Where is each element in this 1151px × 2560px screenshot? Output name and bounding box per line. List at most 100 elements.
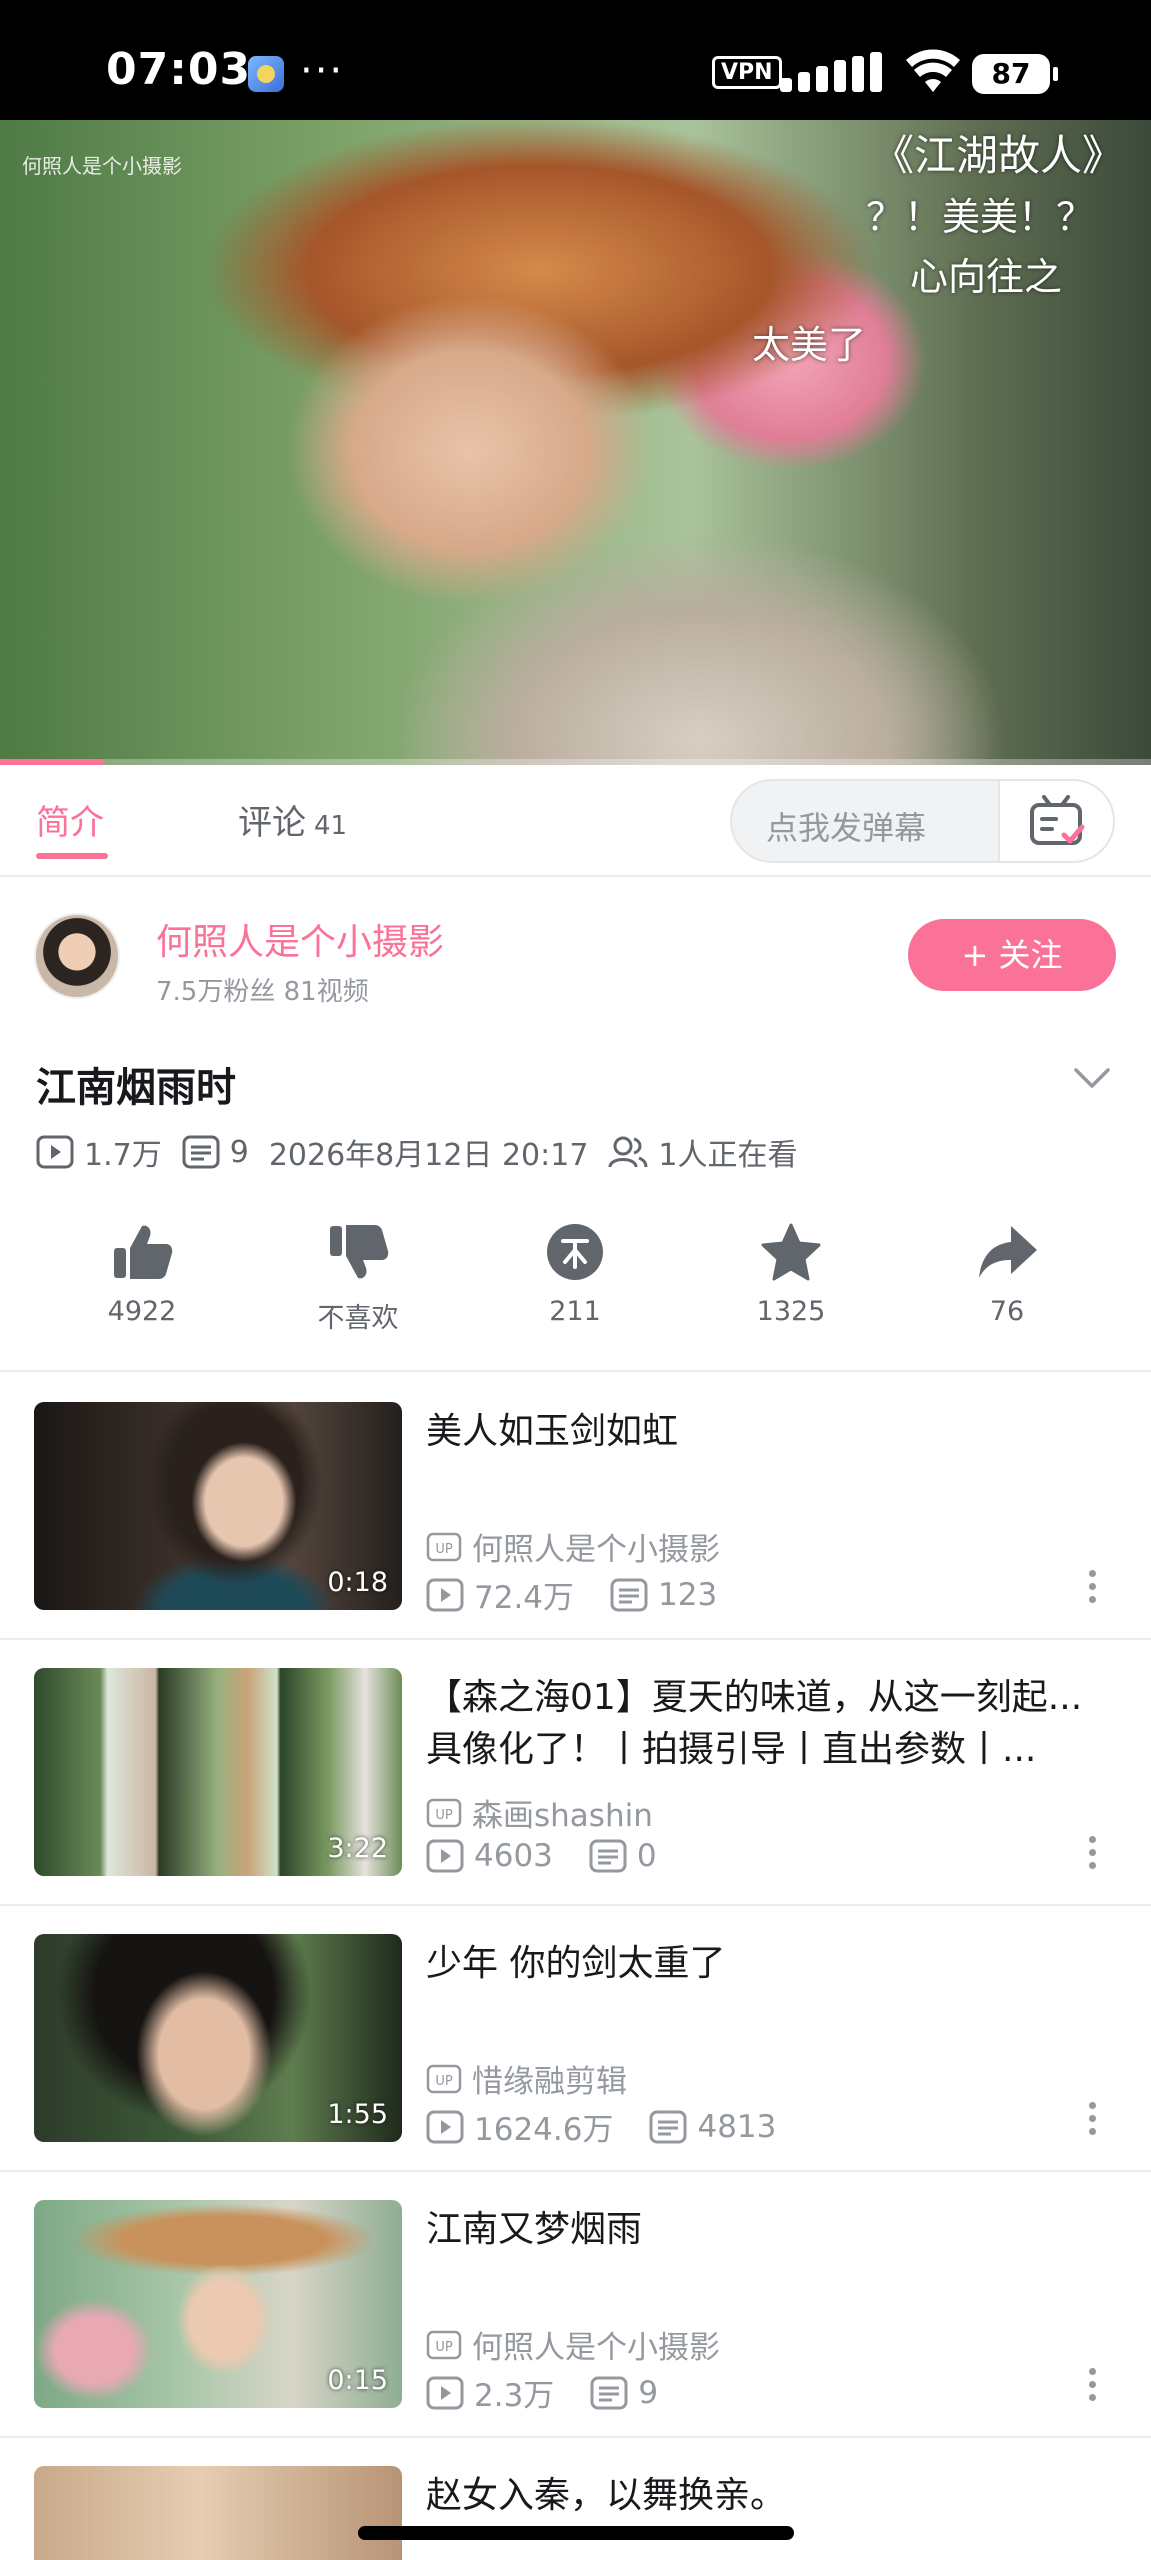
video-duration: 1:55 [327,2099,388,2130]
list-item-danmaku: 9 [638,2374,659,2411]
video-thumbnail[interactable] [34,2466,402,2560]
list-item[interactable]: 0:18 美人如玉剑如虹 UP 何照人是个小摄影 72.4万 123 [0,1374,1151,1640]
list-item-title: 【森之海01】夏天的味道，从这一刻起...具像化了！丨拍摄引导丨直出参数丨... [426,1677,1083,1770]
status-time: 07:03 [106,44,252,95]
video-duration: 0:15 [327,2365,388,2396]
list-item-uploader[interactable]: 何照人是个小摄影 [472,2322,720,2367]
home-indicator[interactable] [358,2526,794,2540]
uploader-name[interactable]: 何照人是个小摄影 [156,913,444,965]
list-item-views: 1624.6万 [474,2112,614,2148]
list-item-views: 72.4万 [474,1580,575,1616]
list-item-views: 2.3万 [474,2378,555,2414]
list-item[interactable]: 3:22 【森之海01】夏天的味道，从这一刻起...具像化了！丨拍摄引导丨直出参… [0,1640,1151,1906]
danmaku-comment: 心向往之 [910,255,1063,299]
coin-button[interactable]: 211 [485,1222,665,1327]
play-count-icon [426,2110,464,2143]
play-count-icon [426,2376,464,2409]
dislike-label: 不喜欢 [317,1303,399,1334]
video-duration: 0:18 [327,1567,388,1598]
uploader-stats: 7.5万粉丝 81视频 [156,977,369,1007]
watching-count: 1人正在看 [658,1138,798,1173]
list-item-danmaku: 0 [636,1838,657,1874]
share-icon [979,1226,1037,1278]
dislike-button[interactable]: 不喜欢 [268,1222,448,1335]
list-item-danmaku: 123 [658,1576,718,1613]
danmaku-comment: 太美了 [752,323,867,367]
video-thumbnail[interactable]: 0:15 [34,2200,402,2408]
tab-active-indicator [36,853,108,859]
danmaku-settings-button[interactable] [998,781,1113,861]
action-row: 4922 不喜欢 211 1325 76 [0,1222,1151,1372]
coin-count: 211 [549,1296,601,1327]
more-options-icon[interactable] [1082,1836,1102,1876]
list-item-uploader[interactable]: 森画shashin [472,1790,653,1835]
video-duration: 3:22 [327,1833,388,1864]
up-badge-icon: UP [426,2064,462,2093]
more-dots: ··· [300,48,345,94]
video-player[interactable]: 何照人是个小摄影 《江湖故人》 ？！美美！？ 心向往之 太美了 [0,120,1151,765]
danmaku-input-placeholder: 点我发弹幕 [766,809,927,847]
signal-icon [780,52,890,92]
up-badge-icon: UP [426,1798,462,1827]
view-count: 1.7万 [84,1138,162,1173]
list-item-uploader[interactable]: 惜缘融剪辑 [472,2056,627,2101]
coin-icon [547,1224,603,1280]
play-count-icon [426,1578,464,1611]
list-item-title: 少年 你的剑太重了 [426,1943,726,1984]
video-thumbnail[interactable]: 1:55 [34,1934,402,2142]
watching-icon [608,1136,648,1168]
battery-icon: 87 [972,54,1058,94]
chevron-down-icon[interactable] [1070,1060,1114,1096]
more-options-icon[interactable] [1082,2102,1102,2142]
tab-comments-count: 41 [314,811,348,841]
play-count-icon [426,1839,464,1873]
publish-date: 2026年8月12日 20:17 [268,1138,589,1173]
danmaku-count-icon [590,2376,628,2409]
list-item-title: 美人如玉剑如虹 [426,1411,679,1452]
danmaku-comment: ？！美美！？ [866,195,1095,239]
tab-intro[interactable]: 简介 [36,795,104,844]
wifi-icon [906,49,960,92]
video-thumbnail[interactable]: 0:18 [34,1402,402,1610]
list-item-title: 赵女入秦，以舞换亲。 [426,2475,787,2516]
follow-button[interactable]: + 关注 [908,919,1116,991]
tab-comments[interactable]: 评论 41 [238,795,347,844]
list-item-title: 江南又梦烟雨 [426,2209,643,2250]
up-badge-icon: UP [426,1532,462,1561]
like-button[interactable]: 4922 [52,1222,232,1327]
more-options-icon[interactable] [1082,1570,1102,1610]
share-count: 76 [989,1296,1025,1327]
danmaku-count-icon [610,1578,648,1611]
svg-text:UP: UP [435,2074,453,2089]
list-item-views: 4603 [474,1838,553,1874]
svg-text:UP: UP [435,1542,453,1557]
uploader-row: 何照人是个小摄影 7.5万粉丝 81视频 + 关注 [0,877,1151,1027]
list-item[interactable]: 0:15 江南又梦烟雨 UP 何照人是个小摄影 2.3万 9 [0,2172,1151,2438]
status-bar: 07:03 ··· VPN 87 [0,0,1151,120]
danmaku-count: 9 [229,1134,249,1170]
like-count: 4922 [107,1296,177,1327]
play-count-icon [36,1135,74,1169]
list-item-danmaku: 4813 [697,2108,777,2145]
uploader-avatar[interactable] [34,913,120,999]
list-item-uploader[interactable]: 何照人是个小摄影 [472,1524,720,1569]
danmaku-count-icon [649,2110,687,2143]
share-button[interactable]: 76 [917,1222,1097,1327]
up-badge-icon: UP [426,2330,462,2359]
list-item[interactable]: 赵女入秦，以舞换亲。 [0,2438,1151,2560]
video-thumbnail[interactable]: 3:22 [34,1668,402,1876]
svg-text:UP: UP [435,2340,453,2355]
dislike-icon [330,1225,389,1279]
favorite-count: 1325 [756,1296,826,1327]
vpn-icon: VPN [712,56,782,89]
like-icon [114,1225,173,1279]
more-options-icon[interactable] [1082,2368,1102,2408]
danmaku-comment: 《江湖故人》 [872,131,1125,180]
app-icon [248,56,284,92]
svg-text:UP: UP [435,1808,453,1823]
danmaku-count-icon [589,1839,627,1873]
danmaku-settings-icon [1030,795,1085,845]
favorite-button[interactable]: 1325 [701,1222,881,1327]
list-item[interactable]: 1:55 少年 你的剑太重了 UP 惜缘融剪辑 1624.6万 4813 [0,1906,1151,2172]
danmaku-input[interactable]: 点我发弹幕 [730,779,1115,863]
